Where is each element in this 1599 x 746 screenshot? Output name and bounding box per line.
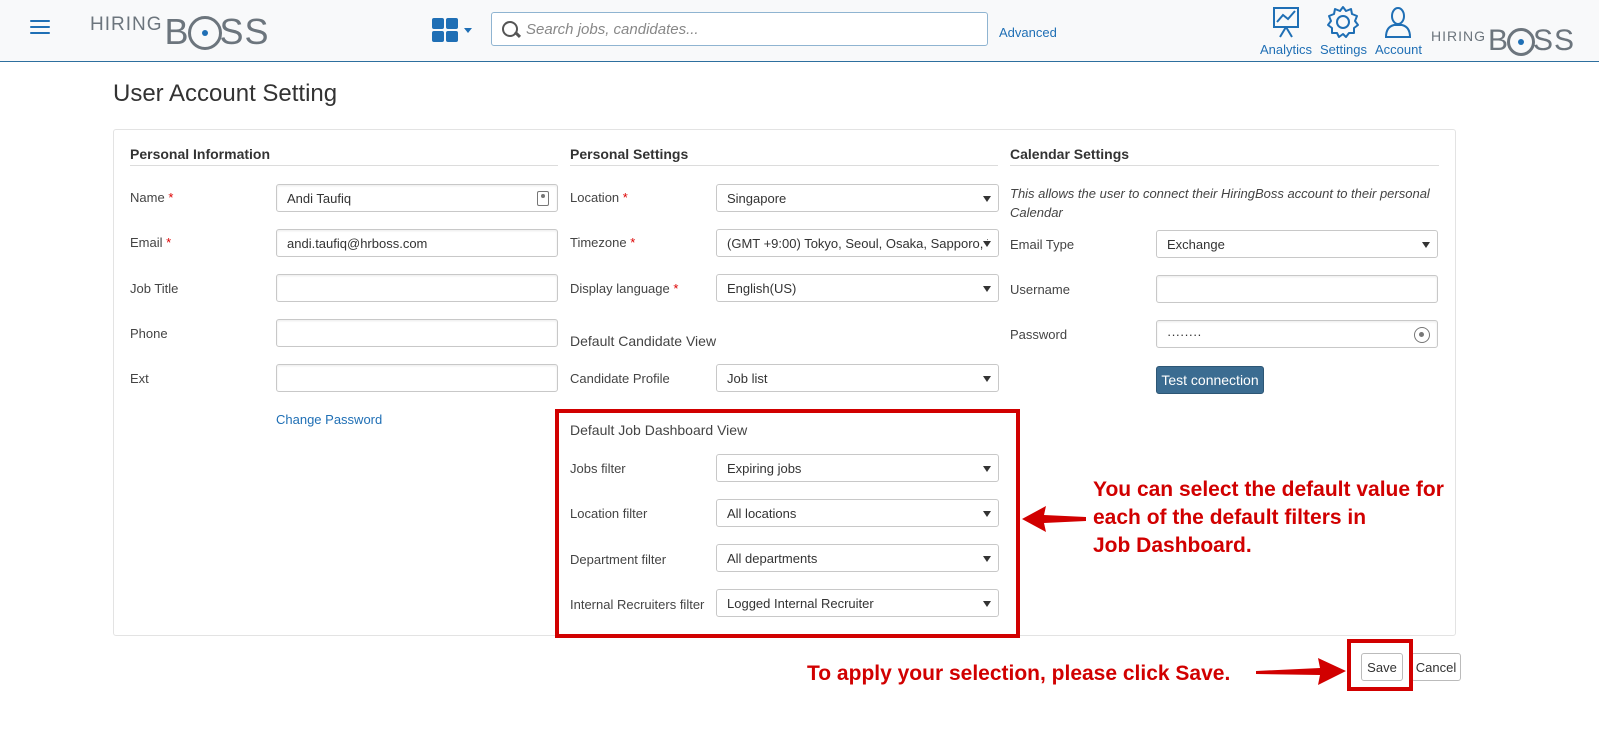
- caret-down-icon: [983, 196, 991, 202]
- email-field[interactable]: andi.taufiq@hrboss.com: [276, 229, 558, 257]
- show-password-icon[interactable]: [1414, 327, 1430, 343]
- save-annotation: To apply your selection, please click Sa…: [807, 662, 1231, 685]
- email-type-select[interactable]: Exchange: [1156, 230, 1438, 258]
- timezone-label: Timezone *: [570, 235, 636, 250]
- top-navbar: HIRING BSS Advanced Analytics Settings A…: [0, 0, 1599, 62]
- name-field[interactable]: Andi Taufiq: [276, 184, 558, 212]
- location-label: Location *: [570, 190, 628, 205]
- calendar-settings-heading: Calendar Settings: [1010, 146, 1439, 166]
- gear-icon: [1327, 6, 1360, 38]
- hiringboss-logo[interactable]: HIRING B SS: [90, 10, 270, 50]
- logo-target-icon: [187, 16, 222, 50]
- contact-card-icon[interactable]: [537, 191, 549, 206]
- password-label: Password: [1010, 327, 1068, 342]
- test-connection-button[interactable]: Test connection: [1156, 366, 1264, 394]
- nav-settings-label: Settings: [1320, 42, 1367, 57]
- username-field[interactable]: [1156, 275, 1438, 303]
- logo-target-icon: [1507, 28, 1536, 56]
- save-highlight-box: [1347, 639, 1413, 691]
- nav-settings[interactable]: Settings: [1320, 5, 1367, 57]
- analytics-icon: [1273, 7, 1300, 38]
- caret-down-icon: [464, 27, 472, 33]
- nav-analytics-label: Analytics: [1260, 42, 1313, 57]
- name-label: Name *: [130, 190, 174, 205]
- display-language-label: Display language *: [570, 281, 679, 296]
- apps-menu-button[interactable]: [432, 18, 472, 42]
- candidate-profile-label: Candidate Profile: [570, 371, 670, 386]
- display-language-select[interactable]: English(US): [716, 274, 999, 302]
- phone-label: Phone: [130, 326, 168, 341]
- page-title: User Account Setting: [113, 80, 338, 107]
- caret-down-icon: [983, 376, 991, 382]
- job-title-label: Job Title: [130, 281, 179, 296]
- job-dashboard-highlight-box: [555, 409, 1020, 638]
- nav-analytics[interactable]: Analytics: [1260, 5, 1312, 57]
- personal-information-heading: Personal Information: [130, 146, 558, 166]
- job-title-field[interactable]: [276, 274, 558, 302]
- calendar-description: This allows the user to connect their Hi…: [1010, 186, 1430, 220]
- username-label: Username: [1010, 282, 1070, 297]
- nav-account-label: Account: [1375, 42, 1422, 57]
- advanced-search-link[interactable]: Advanced: [999, 25, 1057, 40]
- caret-down-icon: [983, 286, 991, 292]
- arrow-left-icon: [1022, 506, 1086, 532]
- hamburger-menu-icon[interactable]: [30, 20, 50, 36]
- phone-field[interactable]: [276, 319, 558, 347]
- nav-account[interactable]: Account: [1375, 5, 1422, 57]
- arrow-right-icon: [1256, 658, 1346, 685]
- user-icon: [1385, 7, 1412, 38]
- email-label: Email *: [130, 235, 172, 250]
- filters-annotation: You can select the default value for eac…: [1093, 478, 1444, 557]
- location-select[interactable]: Singapore: [716, 184, 999, 212]
- password-field[interactable]: ········: [1156, 320, 1438, 348]
- search-icon: [492, 13, 526, 45]
- search-input[interactable]: [526, 20, 966, 38]
- caret-down-icon: [983, 241, 991, 247]
- caret-down-icon: [1422, 242, 1430, 248]
- email-type-label: Email Type: [1010, 237, 1075, 252]
- default-candidate-view-heading: Default Candidate View: [570, 333, 717, 349]
- search-bar: [491, 12, 988, 46]
- change-password-link[interactable]: Change Password: [276, 412, 382, 427]
- ext-field[interactable]: [276, 364, 558, 392]
- cancel-button[interactable]: Cancel: [1411, 653, 1461, 681]
- company-logo: HIRING B SS: [1431, 24, 1576, 57]
- timezone-select[interactable]: (GMT +9:00) Tokyo, Seoul, Osaka, Sapporo…: [716, 229, 999, 257]
- personal-settings-heading: Personal Settings: [570, 146, 998, 166]
- ext-label: Ext: [130, 371, 149, 386]
- grid-icon: [432, 18, 458, 42]
- candidate-profile-select[interactable]: Job list: [716, 364, 999, 392]
